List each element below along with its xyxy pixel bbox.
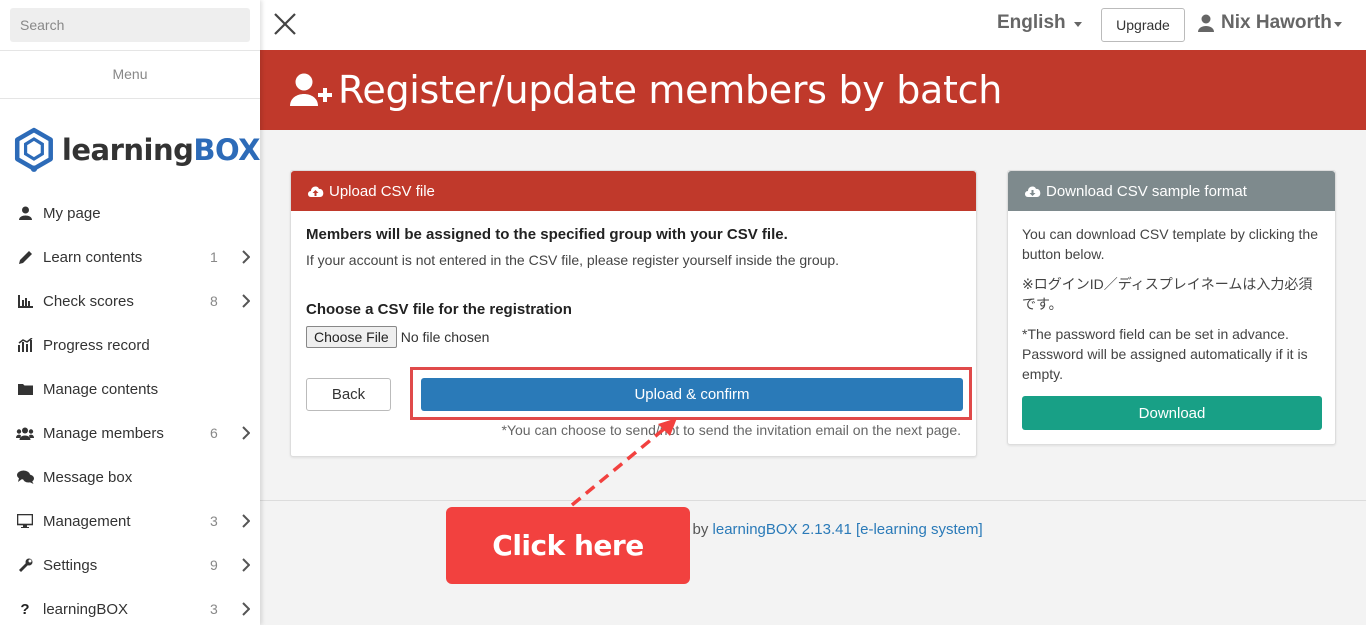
- sidebar-item-label: Manage contents: [43, 380, 159, 398]
- choose-file-label: Choose a CSV file for the registration: [306, 301, 572, 318]
- sidebar-item-count: 3: [210, 601, 218, 617]
- learningbox-cube-icon: [14, 127, 53, 172]
- upload-instruction-note: If your account is not entered in the CS…: [306, 252, 840, 268]
- caret-down-icon: [1333, 21, 1342, 27]
- chevron-right-icon: [230, 514, 260, 528]
- download-panel-title: Download CSV sample format: [1046, 182, 1247, 200]
- sidebar-item-label: My page: [43, 204, 101, 222]
- download-csv-panel: Download CSV sample format You can downl…: [1007, 170, 1336, 445]
- footer-text: d by learningBOX 2.13.41 [e-learning sys…: [680, 521, 983, 538]
- menu-label: Menu: [0, 51, 260, 99]
- logo-text-box: BOX: [193, 133, 260, 167]
- sidebar-item-settings[interactable]: Settings 9: [0, 543, 260, 587]
- caret-down-icon: [1073, 21, 1082, 27]
- upload-confirm-button[interactable]: Upload & confirm: [421, 378, 963, 411]
- download-panel-heading: Download CSV sample format: [1008, 171, 1335, 211]
- sidebar-item-management[interactable]: Management 3: [0, 499, 260, 543]
- sidebar-item-progress-record[interactable]: Progress record: [0, 323, 260, 367]
- page-title: Register/update members by batch: [338, 68, 1003, 112]
- footer-link[interactable]: learningBOX 2.13.41 [e-learning system]: [713, 521, 983, 538]
- upload-panel-heading: Upload CSV file: [291, 171, 976, 211]
- sidebar-item-check-scores[interactable]: Check scores 8: [0, 279, 260, 323]
- sidebar-item-label: Check scores: [43, 292, 134, 310]
- search-wrap: [0, 0, 260, 51]
- sidebar-item-count: 3: [210, 513, 218, 529]
- sidebar-item-label: Message box: [43, 468, 133, 486]
- sidebar-item-count: 6: [210, 425, 218, 441]
- comments-icon: [16, 469, 34, 485]
- sidebar: Menu learningBOX My page Learn contents …: [0, 0, 260, 625]
- topbar: English Upgrade Nix Haworth: [260, 0, 1366, 50]
- user-icon: [1198, 14, 1214, 32]
- sidebar-item-count: 8: [210, 293, 218, 309]
- click-here-callout: Click here: [446, 507, 690, 584]
- sidebar-item-count: 9: [210, 557, 218, 573]
- upload-instruction-bold: Members will be assigned to the specifie…: [306, 226, 788, 243]
- sidebar-nav: My page Learn contents 1 Check scores 8 …: [0, 191, 260, 625]
- user-menu[interactable]: Nix Haworth: [1198, 12, 1342, 34]
- chevron-right-icon: [230, 558, 260, 572]
- sidebar-item-label: Manage members: [43, 424, 164, 442]
- file-status: No file chosen: [400, 329, 490, 345]
- choose-file-button[interactable]: Choose File: [306, 326, 397, 348]
- user-icon: [16, 205, 34, 221]
- download-text-1: You can download CSV template by clickin…: [1022, 226, 1318, 262]
- learningbox-logo[interactable]: learningBOX: [0, 99, 260, 191]
- page-header: Register/update members by batch: [260, 50, 1366, 130]
- close-icon[interactable]: [272, 11, 298, 37]
- sidebar-item-learn-contents[interactable]: Learn contents 1: [0, 235, 260, 279]
- sidebar-item-label: Settings: [43, 556, 98, 574]
- sidebar-item-count: 1: [210, 249, 218, 265]
- cloud-download-icon: [1024, 185, 1041, 198]
- sidebar-item-manage-contents[interactable]: Manage contents: [0, 367, 260, 411]
- question-icon: ?: [20, 600, 30, 618]
- logo-text-learning: learning: [61, 133, 194, 167]
- upgrade-button[interactable]: Upgrade: [1101, 8, 1185, 42]
- sidebar-item-label: learningBOX: [43, 600, 129, 618]
- bar-chart-icon: [16, 293, 34, 309]
- download-text-2: ※ログインID／ディスプレイネームは入力必須です。: [1022, 276, 1313, 312]
- sidebar-item-label: Progress record: [43, 336, 150, 354]
- folder-icon: [16, 381, 34, 397]
- users-icon: [16, 425, 34, 441]
- user-plus-icon: [290, 73, 332, 106]
- file-input[interactable]: Choose File No file chosen: [306, 326, 489, 348]
- wrench-icon: [16, 557, 34, 573]
- language-dropdown[interactable]: English: [997, 12, 1082, 34]
- back-button[interactable]: Back: [306, 378, 391, 411]
- annotation-arrow: [570, 418, 677, 507]
- desktop-icon: [16, 513, 34, 529]
- upload-panel-title: Upload CSV file: [329, 182, 435, 200]
- sidebar-item-message-box[interactable]: Message box: [0, 455, 260, 499]
- cloud-upload-icon: [307, 185, 324, 198]
- sidebar-item-label: Management: [43, 512, 131, 530]
- sidebar-item-manage-members[interactable]: Manage members 6: [0, 411, 260, 455]
- language-label: English: [997, 12, 1066, 33]
- chevron-right-icon: [230, 250, 260, 264]
- search-input[interactable]: [10, 8, 250, 42]
- logo-text: learningBOX: [61, 133, 261, 167]
- sidebar-item-label: Learn contents: [43, 248, 143, 266]
- user-name: Nix Haworth: [1221, 12, 1332, 33]
- chevron-right-icon: [230, 602, 260, 616]
- download-text-3: *The password field can be set in advanc…: [1022, 326, 1308, 382]
- footer-divider: [260, 500, 1366, 501]
- download-button[interactable]: Download: [1022, 396, 1322, 430]
- chevron-right-icon: [230, 426, 260, 440]
- pencil-icon: [16, 249, 34, 265]
- sidebar-item-learningbox[interactable]: ? learningBOX 3: [0, 587, 260, 625]
- sidebar-item-my-page[interactable]: My page: [0, 191, 260, 235]
- upload-csv-panel: Upload CSV file Members will be assigned…: [290, 170, 977, 457]
- progress-chart-icon: [16, 337, 34, 353]
- chevron-right-icon: [230, 294, 260, 308]
